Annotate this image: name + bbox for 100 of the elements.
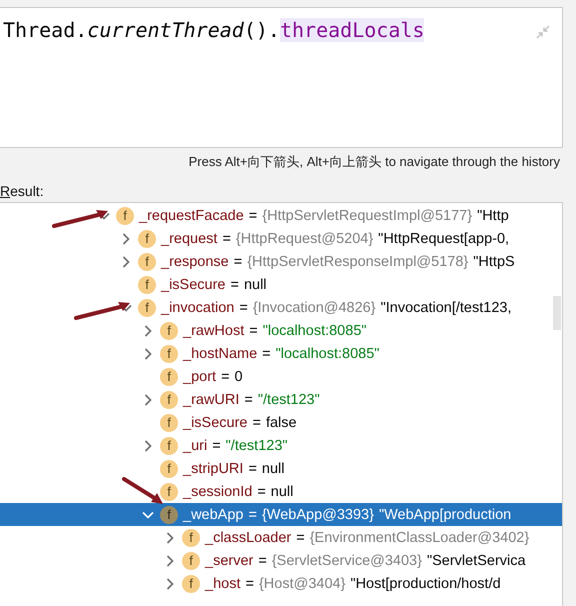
field-name: _uri (183, 438, 208, 454)
object-reference: {HttpRequest@5204} (236, 230, 374, 246)
tree-row[interactable]: f _stripURI = null (0, 457, 562, 480)
field-name: _isSecure (183, 414, 248, 430)
field-value: "WebApp[production (378, 506, 512, 522)
equals-sign: = (230, 276, 239, 292)
equals-sign: = (245, 576, 254, 592)
field-name: _port (183, 368, 216, 384)
code-token: Thread. (3, 18, 88, 42)
tree-row[interactable]: f _request = {HttpRequest@5204} "HttpRequest[app-0, (0, 227, 562, 250)
equals-sign: = (222, 230, 231, 246)
chevron-right-icon[interactable] (164, 554, 176, 566)
string-value: "/test123" (258, 392, 320, 408)
object-reference: {Host@3404} (258, 576, 346, 592)
tree-row[interactable]: f _isSecure = null (0, 273, 562, 296)
chevron-right-icon[interactable] (142, 440, 154, 452)
tree-row[interactable]: f _port = 0 (0, 365, 562, 388)
field-value: null (262, 460, 284, 476)
equals-sign: = (296, 530, 305, 546)
field-icon: f (160, 460, 178, 478)
scrollbar-thumb[interactable] (553, 296, 561, 330)
field-value: "Http (477, 208, 509, 224)
field-name: _requestFacade (139, 208, 244, 224)
equals-sign: = (252, 414, 261, 430)
history-hint: Press Alt+向下箭头, Alt+向上箭头 to navigate through the history (188, 153, 560, 171)
equals-sign: = (249, 322, 258, 338)
tree-row[interactable]: f _response = {HttpServletResponseImpl@5178} "HttpS (0, 250, 562, 273)
equals-sign: = (234, 254, 242, 270)
field-icon: f (182, 552, 200, 570)
object-reference: {HttpServletResponseImpl@5178} (247, 254, 468, 270)
field-icon: f (138, 252, 156, 270)
chevron-right-icon[interactable] (142, 324, 154, 336)
field-name: _webApp (183, 506, 244, 522)
field-name: _stripURI (183, 460, 244, 476)
tree-row[interactable]: f _hostName = "localhost:8085" (0, 342, 562, 365)
chevron-right-icon[interactable] (164, 532, 176, 544)
object-reference: {Invocation@4826} (252, 300, 376, 316)
field-name: _sessionId (183, 484, 252, 500)
field-name: _hostName (183, 346, 258, 362)
field-icon: f (138, 276, 156, 294)
equals-sign: = (212, 438, 221, 454)
field-icon: f (160, 482, 178, 500)
field-icon: f (182, 528, 200, 546)
string-value: "localhost:8085" (262, 322, 367, 338)
field-icon: f (160, 344, 178, 362)
field-name: _isSecure (161, 276, 226, 292)
field-name: _rawURI (183, 392, 240, 408)
code-token: currentThread (87, 18, 244, 42)
field-value: 0 (234, 368, 243, 384)
field-icon: f (182, 574, 200, 592)
field-value: "Invocation[/test123, (380, 300, 512, 316)
chevron-right-icon[interactable] (120, 256, 132, 268)
equals-sign: = (244, 392, 253, 408)
equals-sign: = (258, 552, 267, 568)
tree-row[interactable]: f _server = {ServletService@3403} "ServletServica (0, 549, 562, 572)
tree-row[interactable]: f _rawHost = "localhost:8085" (0, 319, 562, 342)
field-value: "ServletServica (426, 552, 526, 568)
field-name: _invocation (161, 300, 234, 316)
chevron-right-icon[interactable] (164, 578, 176, 590)
string-value: "/test123" (226, 438, 288, 454)
field-value: null (244, 276, 267, 292)
field-value: "HttpS (473, 254, 515, 270)
tree-row[interactable]: f _sessionId = null (0, 480, 562, 503)
equals-sign: = (239, 300, 248, 316)
field-icon: f (160, 322, 178, 340)
string-value: "localhost:8085" (276, 346, 380, 362)
object-reference: {WebApp@3393} (262, 506, 374, 522)
expression-editor[interactable]: Thread.currentThread().threadLocals (0, 7, 563, 148)
field-name: _rawHost (183, 322, 244, 338)
equals-sign: = (257, 484, 266, 500)
tree-row[interactable]: f _classLoader = {EnvironmentClassLoader@3402} (0, 526, 562, 549)
field-icon: f (138, 230, 156, 248)
field-name: _server (205, 552, 254, 568)
equals-sign: = (248, 208, 258, 224)
field-name: _classLoader (205, 530, 292, 546)
code-token: (). (244, 18, 280, 42)
field-value: "HttpRequest[app-0, (378, 230, 510, 246)
tree-row[interactable]: f _rawURI = "/test123" (0, 388, 562, 411)
field-value: null (270, 484, 294, 500)
selected-tree-row[interactable]: f _webApp = {WebApp@3393} "WebApp[production (0, 503, 562, 526)
tree-row[interactable]: f _uri = "/test123" (0, 434, 562, 457)
equals-sign: = (248, 460, 257, 476)
result-label: Result: (0, 183, 44, 199)
field-value: "Host[production/host/d (350, 576, 501, 592)
object-reference: {HttpServletRequestImpl@5177} (262, 208, 472, 224)
field-icon: f (160, 390, 178, 408)
object-reference: {EnvironmentClassLoader@3402} (310, 530, 530, 546)
field-icon: f (138, 298, 156, 316)
chevron-right-icon[interactable] (142, 394, 154, 406)
chevron-right-icon[interactable] (142, 348, 154, 360)
field-icon: f (160, 414, 178, 432)
tree-row[interactable]: f _isSecure = false (0, 411, 562, 434)
code-token: threadLocals (280, 18, 424, 42)
chevron-right-icon[interactable] (120, 232, 132, 244)
equals-sign: = (262, 346, 271, 362)
tree-row[interactable]: f _host = {Host@3404} "Host[production/host/d (0, 572, 562, 595)
object-reference: {ServletService@3403} (272, 552, 422, 568)
field-name: _host (205, 576, 240, 592)
field-icon: f (160, 436, 178, 454)
field-name: _response (161, 254, 229, 270)
